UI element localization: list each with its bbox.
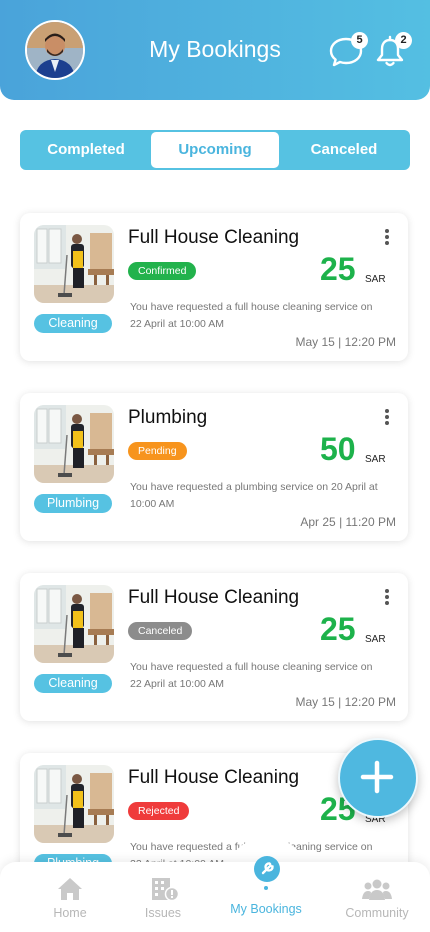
- booking-title: Full House Cleaning: [128, 767, 300, 788]
- nav-community[interactable]: Community: [334, 862, 420, 920]
- status-badge: Pending: [128, 442, 187, 460]
- booking-title: Full House Cleaning: [128, 587, 300, 608]
- booking-card[interactable]: Cleaning Full House Cleaning Canceled 25…: [20, 573, 408, 721]
- service-image: [34, 225, 114, 303]
- people-icon: [362, 879, 392, 900]
- booking-price: 25: [320, 611, 356, 647]
- nav-issues[interactable]: Issues: [120, 862, 206, 920]
- status-badge: Rejected: [128, 802, 190, 820]
- nav-label: Issues: [144, 906, 182, 920]
- tab-completed[interactable]: Completed: [22, 132, 150, 168]
- booking-card[interactable]: Plumbing Plumbing Pending 50 SAR You hav…: [20, 393, 408, 541]
- tab-upcoming[interactable]: Upcoming: [151, 132, 279, 168]
- nav-label: Community: [345, 906, 409, 920]
- wrench-icon: [254, 856, 280, 882]
- service-image: [34, 405, 114, 483]
- nav-label: Home: [53, 906, 87, 920]
- booking-date: May 15 | 12:20 PM: [295, 695, 397, 709]
- nav-label: My Bookings: [230, 902, 302, 916]
- category-badge: Cleaning: [34, 674, 112, 693]
- add-booking-button[interactable]: [338, 738, 418, 818]
- status-badge: Canceled: [128, 622, 193, 640]
- more-options-icon[interactable]: [384, 229, 390, 249]
- more-options-icon[interactable]: [384, 589, 390, 609]
- header: My Bookings 5 2: [0, 0, 430, 100]
- booking-price: 25: [320, 251, 356, 287]
- building-alert-icon: [152, 878, 180, 902]
- booking-description: You have requested a plumbing service on…: [130, 481, 378, 510]
- service-image: [34, 585, 114, 663]
- plus-icon: [360, 760, 394, 794]
- currency-label: SAR: [365, 454, 386, 465]
- booking-description: You have requested a full house cleaning…: [130, 661, 373, 690]
- booking-title: Full House Cleaning: [128, 227, 300, 248]
- messages-button[interactable]: 5: [328, 32, 368, 70]
- booking-title: Plumbing: [128, 407, 208, 428]
- nav-my-bookings[interactable]: My Bookings: [223, 856, 309, 916]
- category-badge: Cleaning: [34, 314, 112, 333]
- booking-card[interactable]: Cleaning Full House Cleaning Confirmed 2…: [20, 213, 408, 361]
- home-icon: [58, 878, 82, 900]
- bottom-nav: Home Issues My Bookings Community: [0, 856, 430, 932]
- active-dot: [264, 886, 268, 890]
- currency-label: SAR: [365, 634, 386, 645]
- booking-date: Apr 25 | 11:20 PM: [300, 515, 396, 529]
- notifications-badge: 2: [395, 32, 412, 49]
- booking-date: May 15 | 12:20 PM: [295, 335, 397, 349]
- category-badge: Plumbing: [34, 494, 112, 513]
- status-badge: Confirmed: [128, 262, 197, 280]
- currency-label: SAR: [365, 274, 386, 285]
- messages-badge: 5: [351, 32, 368, 49]
- more-options-icon[interactable]: [384, 409, 390, 429]
- booking-price: 50: [320, 431, 356, 467]
- booking-tabs: Completed Upcoming Canceled: [20, 130, 410, 170]
- booking-description: You have requested a full house cleaning…: [130, 301, 373, 330]
- nav-home[interactable]: Home: [27, 862, 113, 920]
- service-image: [34, 765, 114, 843]
- tab-canceled[interactable]: Canceled: [280, 132, 408, 168]
- notifications-button[interactable]: 2: [372, 32, 412, 70]
